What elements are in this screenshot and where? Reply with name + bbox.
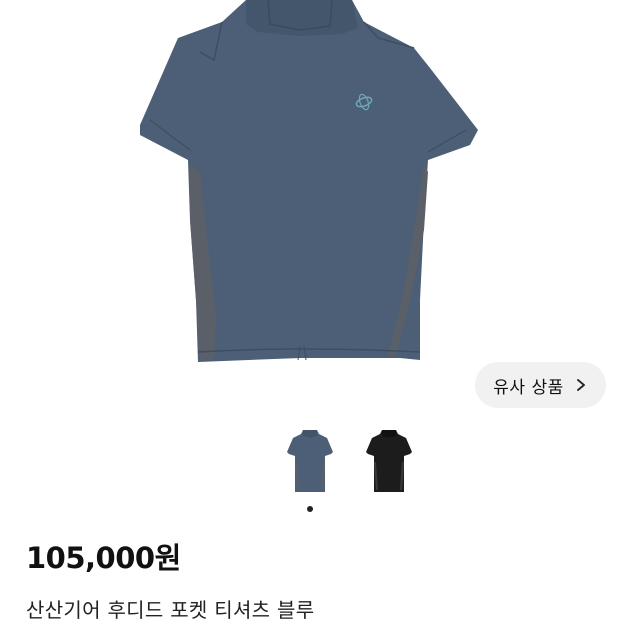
chevron-right-icon [576,379,585,391]
hooded-tshirt-image [140,0,478,362]
thumbnail-black[interactable] [364,426,414,498]
product-price: 105,000원 [26,541,181,575]
similar-products-button[interactable]: 유사 상품 [475,362,606,408]
shirt-hood [246,0,358,36]
product-title: 산산기어 후디드 포켓 티셔츠 블루 [26,598,315,622]
similar-products-label: 유사 상품 [493,377,564,398]
product-hero-image [0,0,620,420]
gallery-indicator-dot [307,506,313,512]
blue-hoodie-thumbnail-icon [287,430,333,492]
thumbnail-blue[interactable] [285,426,335,498]
color-thumbnails [0,426,620,506]
black-hoodie-thumbnail-icon [366,430,412,492]
